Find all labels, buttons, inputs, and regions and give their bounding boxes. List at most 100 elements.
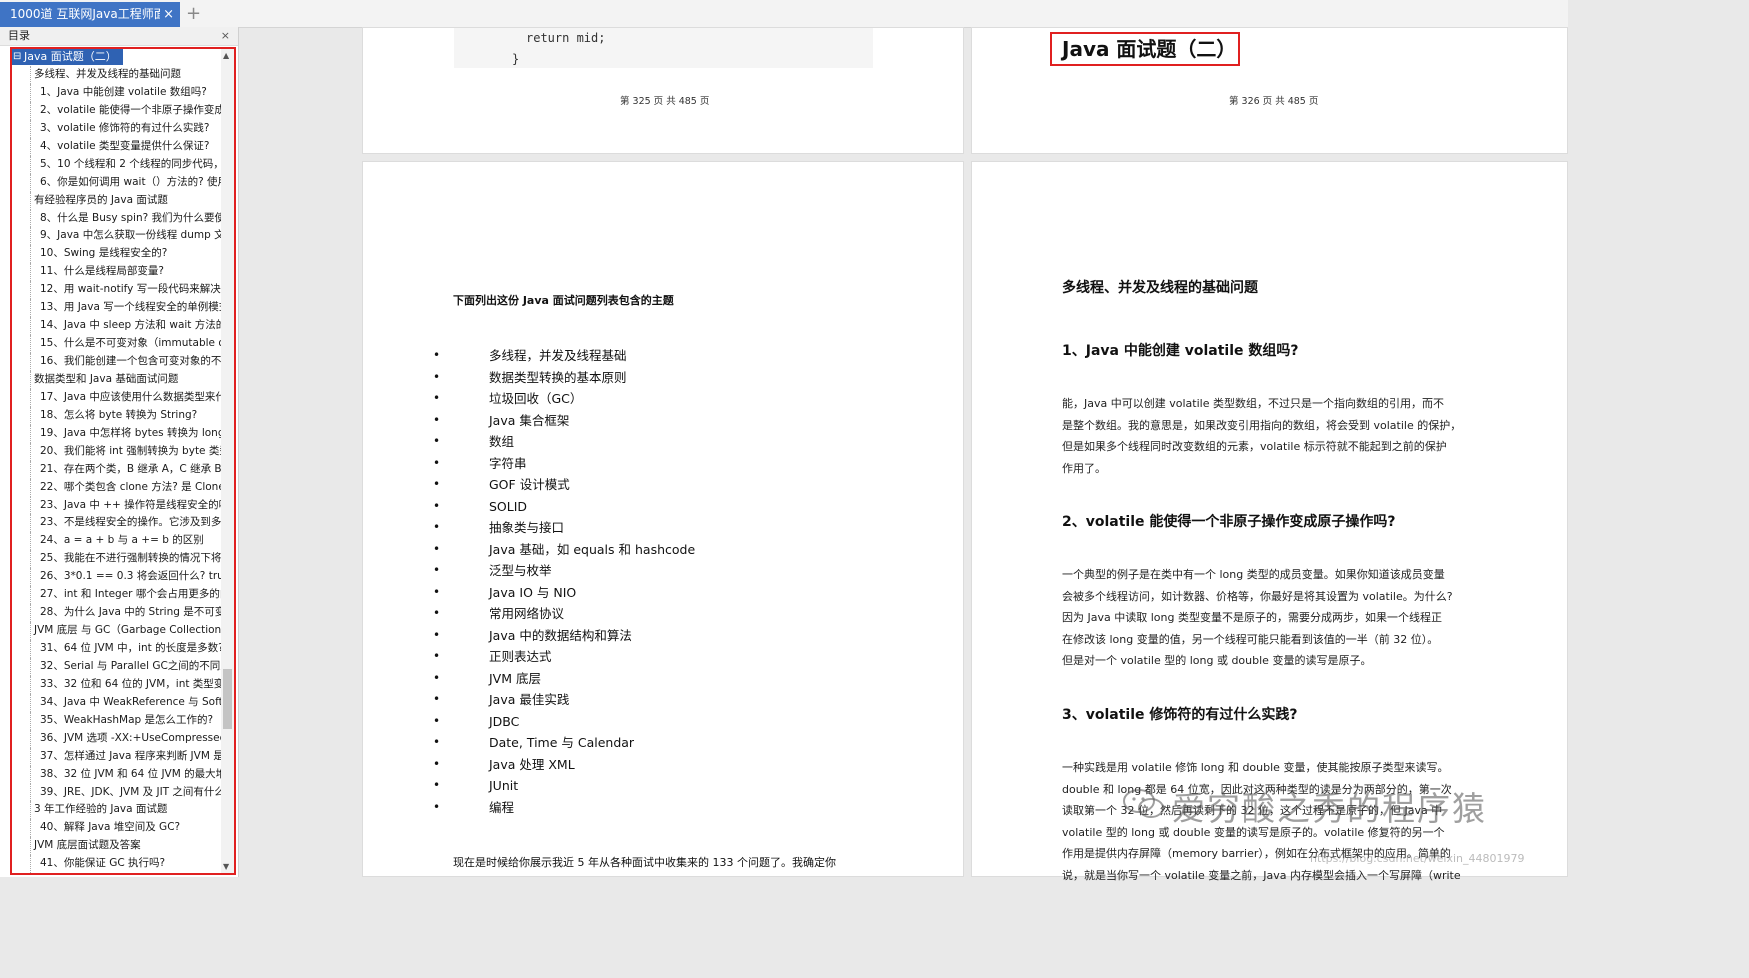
bullet-icon: • — [433, 498, 441, 513]
topic-label: 正则表达式 — [489, 649, 552, 664]
new-tab-icon[interactable]: + — [186, 3, 201, 25]
toc-item[interactable]: 多线程、并发及线程的基础问题 — [30, 66, 222, 84]
bullet-icon: • — [433, 477, 441, 491]
toc-item[interactable]: 有经验程序员的 Java 面试题 — [30, 191, 222, 210]
code-line: } — [512, 52, 520, 66]
topic-item: • 数组 — [433, 431, 853, 453]
toc-item[interactable]: 16、我们能创建一个包含可变对象的不可变对象吗? — [30, 353, 222, 371]
toc-item[interactable]: 34、Java 中 WeakReference 与 SoftReference … — [30, 693, 222, 712]
topic-label: Java 中的数据结构和算法 — [489, 627, 632, 643]
answer-line: 会被多个线程访问，如计数器、价格等，你最好是将其设置为 volatile。为什么… — [1062, 589, 1453, 603]
topics-intro: 下面列出这份 Java 面试问题列表包含的主题 — [453, 294, 674, 307]
toc-item[interactable]: 25、我能在不进行强制转换的情况下将一个 double 值赋值给 long 类型… — [30, 550, 222, 569]
toc-item[interactable]: 40、解释 Java 堆空间及 GC? — [30, 819, 222, 838]
topic-label: GOF 设计模式 — [489, 477, 570, 492]
toc-item[interactable]: 6、你是如何调用 wait（）方法的? 使用 if 块还是循环? — [30, 173, 222, 192]
toc-item[interactable]: 20、我们能将 int 强制转换为 byte 类型的变量吗? — [30, 442, 222, 461]
page-327: 下面列出这份 Java 面试问题列表包含的主题 • 多线程，并发及线程基础 • 数据类… — [362, 161, 964, 877]
topic-label: 编程 — [489, 799, 515, 815]
topic-item: • Java 集合框架 — [433, 410, 853, 432]
toc-item[interactable]: 28、为什么 Java 中的 String 是不可变的（Immutable）? — [30, 604, 222, 623]
toc-item[interactable]: JVM 底层面试题及答案 — [30, 837, 222, 856]
toc-root-label: Java 面试题（二） — [24, 50, 117, 63]
topic-label: 垃圾回收（GC） — [489, 391, 583, 406]
scroll-thumb[interactable] — [223, 669, 232, 729]
page-number: 第 325 页 共 485 页 — [620, 96, 710, 107]
topic-label: 数组 — [489, 434, 515, 449]
toc-item[interactable]: 14、Java 中 sleep 方法和 wait 方法的区别? — [30, 317, 222, 336]
topic-item: • JUnit — [433, 775, 853, 797]
topic-item: • 泛型与枚举 — [433, 560, 853, 582]
toc-item[interactable]: 32、Serial 与 Parallel GC之间的不同之处? — [30, 657, 222, 676]
toc-item[interactable]: 27、int 和 Integer 哪个会占用更多的内存? — [30, 586, 222, 605]
toc-item[interactable]: 3 年工作经验的 Java 面试题 — [30, 801, 222, 820]
page-footer-text: 现在是时候给你展示我近 5 年从各种面试中收集来的 133 个问题了。我确定你 — [453, 856, 836, 869]
toc-item[interactable]: 4、volatile 类型变量提供什么保证? — [30, 137, 222, 156]
toc-item[interactable]: 1、Java 中能创建 volatile 数组吗? — [30, 83, 222, 102]
page-number: 第 326 页 共 485 页 — [1229, 96, 1319, 107]
page-325: return mid; } 第 325 页 共 485 页 — [362, 27, 964, 154]
toc-item[interactable]: 38、32 位 JVM 和 64 位 JVM 的最大堆内存分别是多数? — [30, 765, 222, 784]
toc-item[interactable]: 31、64 位 JVM 中，int 的长度是多数? — [30, 640, 222, 658]
document-tab[interactable]: 1000道 互联网Java工程师面试题 × — [0, 2, 180, 27]
answer-line: 能，Java 中可以创建 volatile 类型数组，不过只是一个指向数组的引用… — [1062, 397, 1444, 410]
topic-item: • GOF 设计模式 — [433, 474, 853, 496]
toc-item[interactable]: 18、怎么将 byte 转换为 String? — [30, 406, 222, 425]
wechat-watermark-icon — [1123, 789, 1164, 818]
toc-item[interactable]: 19、Java 中怎样将 bytes 转换为 long 类型? — [30, 424, 222, 443]
toc-item[interactable]: 24、a = a + b 与 a += b 的区别 — [30, 532, 222, 551]
answer-line: 在修改该 long 变量的值，另一个线程可能只能看到该值的一半（前 32 位）。 — [1062, 632, 1439, 646]
scroll-down-icon[interactable]: ▼ — [223, 862, 229, 871]
toc-item[interactable]: 22、哪个类包含 clone 方法? 是 Cloneable 还是 Object… — [30, 478, 222, 497]
scroll-up-icon[interactable]: ▲ — [223, 51, 229, 60]
toc-item[interactable]: 37、怎样通过 Java 程序来判断 JVM 是 32 位还是 64 位? — [30, 747, 222, 766]
toc-item[interactable]: 数据类型和 Java 基础面试问题 — [30, 370, 222, 389]
topic-label: 多线程，并发及线程基础 — [489, 348, 627, 363]
toc-item[interactable]: 9、Java 中怎么获取一份线程 dump 文件? — [30, 227, 222, 246]
toc-root-item[interactable]: ⊟ Java 面试题（二） — [12, 49, 123, 65]
toc-item[interactable]: 35、WeakHashMap 是怎么工作的? — [30, 711, 222, 730]
toc-item[interactable]: 15、什么是不可变对象（immutable object）? — [30, 335, 222, 353]
collapse-icon[interactable]: ⊟ — [13, 49, 21, 65]
topic-item: • SOLID — [433, 496, 853, 518]
toc-item[interactable]: 13、用 Java 写一个线程安全的单例模式（Singleton）? — [30, 299, 222, 318]
toc-close-icon[interactable]: × — [221, 27, 230, 45]
toc-item[interactable]: JVM 底层 与 GC（Garbage Collection）的面试问题 — [30, 622, 222, 640]
toc-highlight-box: ⊟ Java 面试题（二） 多线程、并发及线程的基础问题 1、Java 中能创建 … — [10, 47, 236, 875]
topic-label: 数据类型转换的基本原则 — [489, 369, 627, 385]
toc-item[interactable]: 12、用 wait-notify 写一段代码来解决生产者-消费者问题? — [30, 281, 222, 300]
topic-item: • Java IO 与 NIO — [433, 582, 853, 604]
toc-item[interactable]: 23、Java 中 ++ 操作符是线程安全的吗? — [30, 496, 222, 515]
toc-item[interactable]: 5、10 个线程和 2 个线程的同步代码，哪个更容易写? — [30, 155, 222, 174]
toc-scrollbar[interactable]: ▲ ▼ — [221, 49, 234, 873]
toc-item[interactable]: 2、volatile 能使得一个非原子操作变成原子操作吗? — [30, 101, 222, 120]
toc-item[interactable]: 26、3*0.1 == 0.3 将会返回什么? true 还是 false? — [30, 568, 222, 587]
topic-item: • JVM 底层 — [433, 668, 853, 690]
topic-item: • Java 基础，如 equals 和 hashcode — [433, 539, 853, 561]
toc-item[interactable]: 17、Java 中应该使用什么数据类型来代表价格? — [30, 388, 222, 407]
bullet-icon: • — [433, 391, 441, 405]
topic-item: • 字符串 — [433, 453, 853, 475]
topic-label: 泛型与枚举 — [489, 563, 552, 578]
question-3: 3、volatile 修饰符的有过什么实践? — [1062, 707, 1298, 723]
toc-item[interactable]: 33、32 位和 64 位的 JVM，int 类型变量的长度是多数? — [30, 675, 222, 694]
question-2: 2、volatile 能使得一个非原子操作变成原子操作吗? — [1062, 514, 1396, 530]
toc-item[interactable]: 10、Swing 是线程安全的? — [30, 245, 222, 264]
bullet-icon: • — [433, 606, 441, 620]
toc-header: 目录 × — [0, 27, 238, 46]
toc-item[interactable]: 8、什么是 Busy spin? 我们为什么要使用它? — [30, 209, 222, 228]
toc-item[interactable]: 36、JVM 选项 -XX:+UseCompressedOops 有什么作用? — [30, 729, 222, 748]
toc-item[interactable]: 23、不是线程安全的操作。它涉及到多个指令 — [30, 514, 222, 533]
bullet-icon: • — [433, 369, 441, 384]
topic-label: JUnit — [489, 778, 519, 793]
chapter-title: Java 面试题（二） — [1050, 32, 1240, 66]
answer-line: 说，就是当你写一个 volatile 变量之前，Java 内存模型会插入一个写屏… — [1062, 868, 1461, 882]
bullet-icon: • — [433, 434, 441, 448]
toc-item[interactable]: 39、JRE、JDK、JVM 及 JIT 之间有什么不同? — [30, 783, 222, 802]
toc-item[interactable]: 3、volatile 修饰符的有过什么实践? — [30, 119, 222, 138]
toc-item[interactable]: 11、什么是线程局部变量? — [30, 263, 222, 282]
tab-close-icon[interactable]: × — [163, 2, 174, 27]
topic-item: • 抽象类与接口 — [433, 517, 853, 539]
toc-item[interactable]: 21、存在两个类，B 继承 A，C 继承 B，我们能将 B 转换为 C 么? — [30, 460, 222, 479]
toc-item[interactable]: 41、你能保证 GC 执行吗? — [30, 855, 222, 873]
